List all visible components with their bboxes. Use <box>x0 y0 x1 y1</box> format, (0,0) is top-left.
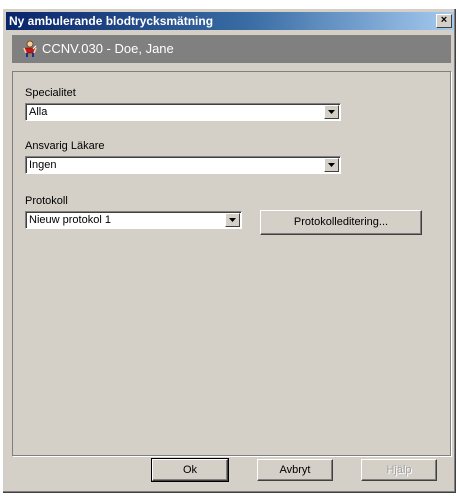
window-title: Ny ambulerande blodtrycksmätning <box>9 14 214 28</box>
title-bar[interactable]: Ny ambulerande blodtrycksmätning × <box>6 12 454 30</box>
specialitet-value: Alla <box>29 106 48 118</box>
chevron-down-icon[interactable] <box>324 105 339 119</box>
chevron-down-icon[interactable] <box>225 213 240 227</box>
help-button[interactable]: Hjälp <box>361 459 437 481</box>
patient-header: CCNV.030 - Doe, Jane <box>12 35 451 63</box>
specialitet-label: Specialitet <box>25 87 76 99</box>
ansvarig-dropdown[interactable]: Ingen <box>25 156 341 174</box>
protokoll-label: Protokoll <box>25 195 68 207</box>
patient-name: CCNV.030 - Doe, Jane <box>42 41 174 56</box>
ok-button[interactable]: Ok <box>151 458 229 482</box>
cancel-button[interactable]: Avbryt <box>257 459 333 481</box>
close-button[interactable]: × <box>436 14 452 28</box>
protokolleditering-button[interactable]: Protokolleditering... <box>260 210 422 235</box>
specialitet-dropdown[interactable]: Alla <box>25 103 341 121</box>
chevron-down-icon[interactable] <box>324 158 339 172</box>
form-panel: Specialitet Alla Ansvarig Läkare Ingen P… <box>12 71 451 456</box>
protokolleditering-label: Protokolleditering... <box>293 216 389 228</box>
close-icon: × <box>440 14 448 26</box>
ok-label: Ok <box>182 464 198 476</box>
ansvarig-label: Ansvarig Läkare <box>25 140 105 152</box>
cancel-label: Avbryt <box>279 464 311 476</box>
protokoll-value: Nieuw protokol 1 <box>29 214 111 226</box>
patient-figure-icon <box>23 40 37 57</box>
protokoll-dropdown[interactable]: Nieuw protokol 1 <box>25 211 242 229</box>
ansvarig-value: Ingen <box>29 159 57 171</box>
dialog-window: Ny ambulerande blodtrycksmätning × CCNV.… <box>2 8 457 494</box>
help-label: Hjälp <box>386 464 412 476</box>
